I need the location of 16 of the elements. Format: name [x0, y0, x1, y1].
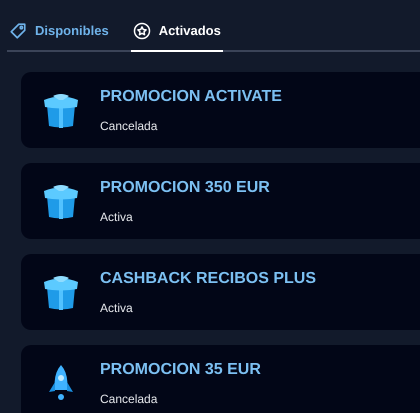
promotion-status: Cancelada	[100, 118, 158, 134]
promotion-status: Activa	[100, 208, 134, 226]
promotion-card[interactable]: PROMOCION 35 EUR Cancelada	[21, 344, 420, 413]
promotion-title: PROMOCION 350 EUR	[100, 178, 270, 198]
tag-icon	[9, 22, 27, 40]
rocket-icon	[46, 364, 74, 402]
promotion-status: Activa	[100, 300, 134, 316]
promotion-status: Cancelada	[100, 390, 158, 408]
promotion-title: PROMOCION 35 EUR	[100, 360, 261, 380]
tab[interactable]: Disponibles	[7, 21, 111, 52]
promotion-card[interactable]: PROMOCION ACTIVATE Cancelada	[21, 72, 420, 148]
promotion-title: CASHBACK RECIBOS PLUS	[100, 268, 316, 288]
tab[interactable]: Activados	[130, 21, 223, 52]
promotion-title: PROMOCION ACTIVATE	[100, 86, 282, 106]
promotion-card[interactable]: PROMOCION 350 EUR Activa	[21, 162, 420, 238]
promotion-card[interactable]: CASHBACK RECIBOS PLUS Activa	[21, 254, 420, 330]
